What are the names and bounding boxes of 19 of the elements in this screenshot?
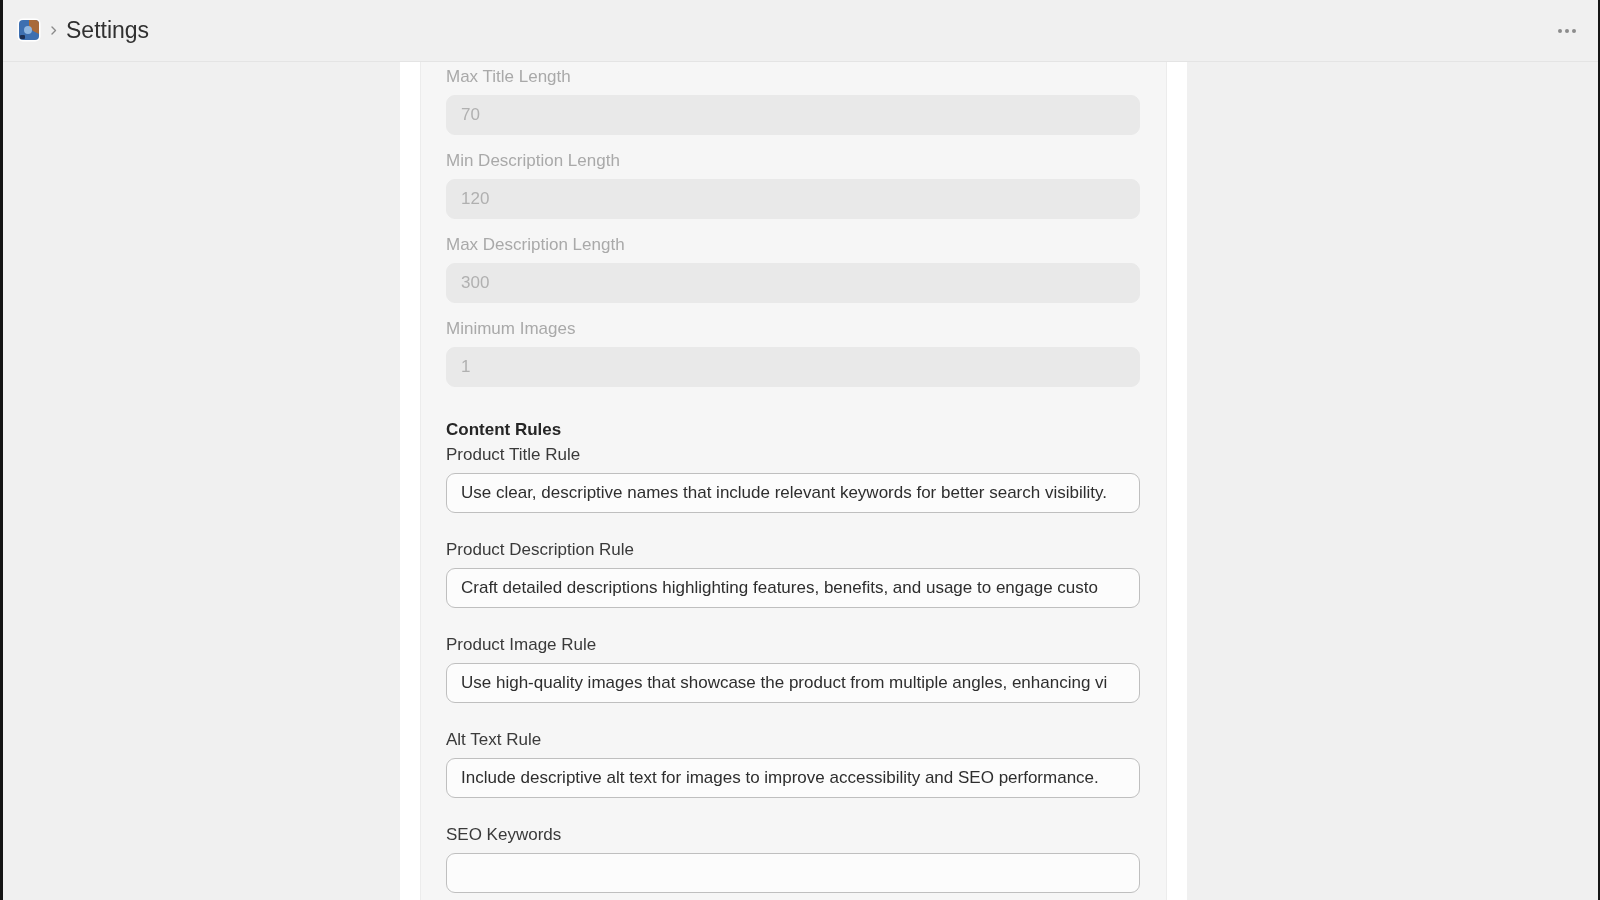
field-label: Alt Text Rule (446, 729, 543, 750)
input-field[interactable]: Craft detailed descriptions highlighting features, benefits, and usage to engage custo (446, 568, 1140, 608)
field-label: Min Description Length (446, 150, 621, 171)
field-label: Product Description Rule (446, 539, 636, 560)
input-field[interactable]: Use clear, descriptive names that include relevant keywords for better search visibility. (446, 473, 1140, 513)
section-heading: Content Rules (446, 419, 563, 440)
more-icon[interactable] (1558, 28, 1576, 33)
input-field[interactable]: Include descriptive alt text for images to improve accessibility and SEO performance. (446, 758, 1140, 798)
page-title: Settings (66, 17, 150, 44)
field-label: Product Image Rule (446, 634, 598, 655)
field-label: SEO Keywords (446, 824, 563, 845)
chevron-right-icon (51, 26, 57, 35)
field-label: Product Title Rule (446, 444, 582, 465)
field-label: Minimum Images (446, 318, 577, 339)
input-field[interactable] (446, 853, 1140, 893)
field-label: Max Description Length (446, 234, 626, 255)
app-icon[interactable] (17, 18, 41, 42)
input-field[interactable]: Use high-quality images that showcase the product from multiple angles, enhancing vi (446, 663, 1140, 703)
field-label: Max Title Length (446, 66, 572, 87)
